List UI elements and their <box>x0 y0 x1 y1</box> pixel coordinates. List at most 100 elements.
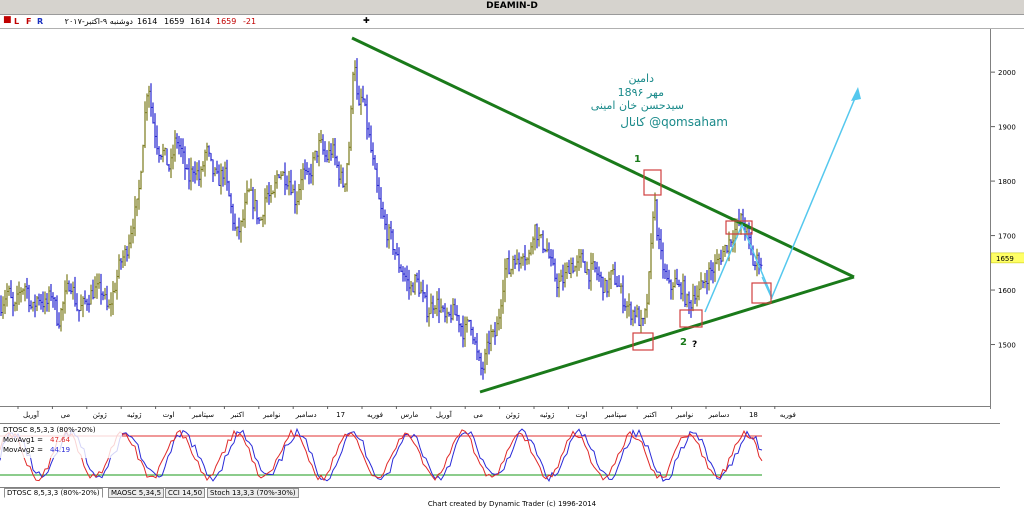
time-tick-label: اکتبر <box>230 411 244 419</box>
price-bar <box>376 163 379 193</box>
price-bar <box>328 141 331 163</box>
price-bar <box>638 306 641 326</box>
annotation-line1: دامین <box>628 72 654 85</box>
price-bar <box>260 216 263 221</box>
price-bar <box>190 157 193 191</box>
price-bar <box>424 292 427 299</box>
price-bar <box>490 324 493 352</box>
tab-dtosc[interactable]: DTOSC 8,5,3,3 (80%-20%) <box>4 488 103 498</box>
letter-r-button[interactable]: R <box>37 17 43 26</box>
price-bar <box>460 323 463 337</box>
price-bar <box>628 293 631 317</box>
price-bar <box>624 298 627 311</box>
price-bar <box>12 291 15 317</box>
price-bar <box>644 308 647 325</box>
price-bar <box>674 269 677 288</box>
price-bar <box>452 298 455 321</box>
price-tick-label: 2000 <box>998 69 1016 77</box>
price-bar <box>622 275 625 314</box>
price-bar <box>568 259 571 274</box>
price-bar <box>324 141 327 163</box>
price-bar <box>494 322 497 345</box>
price-bar <box>492 329 495 338</box>
letter-f-button[interactable]: F <box>26 17 31 26</box>
price-bar <box>212 159 215 182</box>
price-bar <box>672 282 675 300</box>
price-bar <box>182 138 185 164</box>
lower-trendline <box>479 275 855 394</box>
price-bar <box>150 83 153 117</box>
price-bar <box>408 269 411 300</box>
price-bar <box>650 233 653 280</box>
price-bar <box>172 144 175 170</box>
price-bar <box>74 276 77 307</box>
price-bar <box>704 272 707 289</box>
tab-maosc[interactable]: MAOSC 5,34,5 <box>108 488 165 498</box>
add-indicator-icon[interactable]: ✚ <box>363 16 370 25</box>
price-bar <box>326 149 329 163</box>
price-bar <box>268 182 271 205</box>
price-bar <box>184 146 187 180</box>
price-bar <box>346 162 349 192</box>
price-bar <box>458 314 461 333</box>
price-bar <box>574 265 577 272</box>
price-bar <box>300 169 303 200</box>
price-bar <box>360 88 363 115</box>
price-bar <box>530 242 533 256</box>
price-bar <box>126 245 129 262</box>
price-bar <box>112 281 115 316</box>
price-bar <box>700 272 703 290</box>
price-bar <box>302 163 305 191</box>
time-axis[interactable]: آوریل می ژوئن ژوئیه اوت سپتامبر اکتبر نوامبر دسا… <box>0 406 990 420</box>
time-tick-label: اوت <box>163 411 175 419</box>
time-tick-label: ژوئیه <box>127 411 142 419</box>
price-bar <box>760 257 763 271</box>
price-bar <box>262 214 265 228</box>
price-bar <box>308 167 311 185</box>
price-bar <box>696 285 699 307</box>
price-bar <box>618 275 621 287</box>
price-bar <box>230 193 233 214</box>
oscillator-panel[interactable]: DTOSC 8,5,3,3 (80%-20%) MovAvg1 = 47.64 … <box>0 423 1000 488</box>
price-bar <box>34 294 37 318</box>
price-bar <box>446 307 449 324</box>
price-bar <box>164 147 167 156</box>
close-chart-icon[interactable]: ■ <box>3 15 12 25</box>
price-bar <box>280 171 283 180</box>
price-bar <box>406 265 409 292</box>
price-bar <box>224 161 227 186</box>
price-tick-label: 1800 <box>998 178 1016 186</box>
tab-stoch[interactable]: Stoch 13,3,3 (70%-30%) <box>207 488 299 498</box>
price-bar <box>442 305 445 313</box>
price-chart[interactable]: 1 2 ? دامین 18مهر ۹۶ سیدحسن خان امینی کا… <box>0 29 990 409</box>
time-tick-label: اکتبر <box>643 411 657 419</box>
price-bar <box>298 184 301 206</box>
low-value: 1614 <box>190 17 211 26</box>
price-bar <box>288 170 291 196</box>
price-bar <box>180 138 183 158</box>
price-bar <box>716 249 719 265</box>
price-bar <box>248 188 251 193</box>
price-bar <box>46 293 49 312</box>
time-tick-label: نوامبر <box>262 411 280 419</box>
open-value: 1614 <box>137 17 158 26</box>
price-bar <box>482 361 485 380</box>
price-bar <box>26 277 29 299</box>
price-bar <box>4 289 7 315</box>
price-bar <box>6 283 9 307</box>
time-tick-label: 17 <box>336 411 345 419</box>
price-axis[interactable]: 1500 1600 1700 1800 1900 2000 1659 <box>990 29 1024 409</box>
price-bar <box>256 200 259 225</box>
tab-cci[interactable]: CCI 14,50 <box>165 488 206 498</box>
price-bar <box>312 152 315 186</box>
price-bar <box>146 93 149 121</box>
price-bar <box>708 262 711 291</box>
time-tick-label: دسامبر <box>708 411 730 419</box>
price-bar <box>72 281 75 300</box>
last-price-label: 1659 <box>996 255 1014 263</box>
price-bar <box>706 270 709 295</box>
price-bar <box>694 285 697 304</box>
annotation-line2: 18مهر ۹۶ <box>618 86 664 99</box>
letter-l-button[interactable]: L <box>14 17 19 26</box>
price-bar <box>0 295 3 316</box>
